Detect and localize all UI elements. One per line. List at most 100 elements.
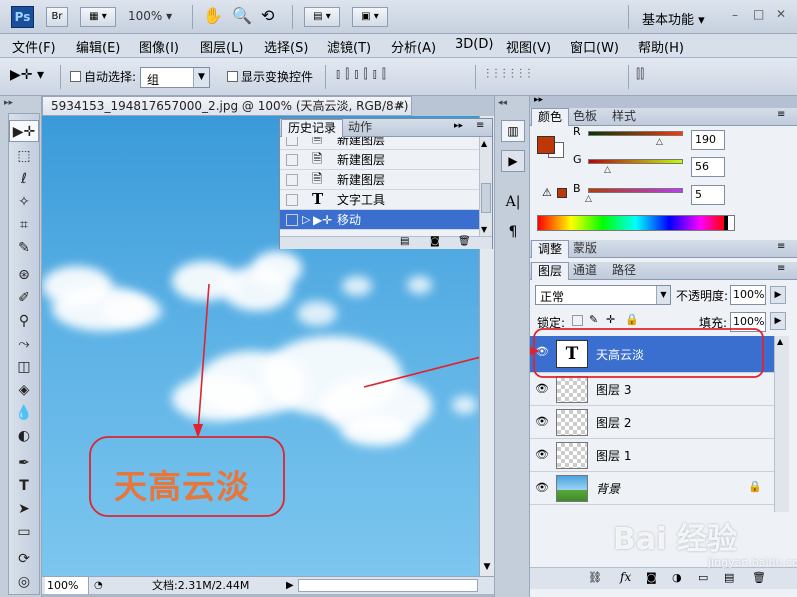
fill-input[interactable]: 100% <box>730 312 766 332</box>
menu-3d[interactable]: 3D(D) <box>455 37 493 52</box>
trash-icon[interactable]: 🗑 <box>458 236 471 247</box>
lock-image-icon[interactable]: ✎ <box>589 313 598 326</box>
view-extras-button[interactable]: ▦ ▾ <box>80 7 116 27</box>
crop-tool-icon[interactable]: ⌗ <box>9 214 39 236</box>
layer-row[interactable]: 👁 图层 3 <box>530 373 774 406</box>
new-document-from-state-icon[interactable]: ▤ <box>400 236 409 247</box>
opacity-input[interactable]: 100% <box>730 285 766 305</box>
horizontal-scrollbar[interactable] <box>298 579 478 592</box>
trash-icon[interactable]: 🗑 <box>752 571 766 584</box>
scroll-up-icon[interactable]: ▲ <box>481 139 487 148</box>
menu-edit[interactable]: 编辑(E) <box>76 37 120 56</box>
layer-row-selected[interactable]: 👁 T 天高云淡 <box>530 336 774 373</box>
layer-name[interactable]: 图层 2 <box>596 414 631 431</box>
lock-transparency-icon[interactable] <box>572 315 583 326</box>
menu-layer[interactable]: 图层(L) <box>200 37 243 56</box>
red-value-input[interactable]: 190 <box>691 130 725 150</box>
snapshot-checkbox[interactable] <box>286 154 298 166</box>
blend-mode-dropdown[interactable]: 正常 ▼ <box>535 285 671 305</box>
shape-tool-icon[interactable]: ▭ <box>9 521 39 543</box>
visibility-eye-icon[interactable]: 👁 <box>533 479 551 497</box>
new-snapshot-icon[interactable]: ◙ <box>430 236 440 247</box>
opacity-slider-arrow-icon[interactable]: ▶ <box>770 286 786 304</box>
scroll-thumb[interactable] <box>481 183 491 213</box>
tab-history[interactable]: 历史记录 <box>281 119 344 137</box>
3d-orbit-tool-icon[interactable]: ◎ <box>9 571 39 593</box>
lock-all-icon[interactable]: 🔒 <box>625 313 639 326</box>
paragraph-panel-icon[interactable]: ¶ <box>501 222 525 244</box>
scroll-down-icon[interactable]: ▼ <box>481 225 487 234</box>
layer-row[interactable]: 👁 图层 1 <box>530 439 774 472</box>
hand-tool-icon[interactable]: ✋ <box>203 6 223 25</box>
new-layer-icon[interactable]: ▤ <box>724 571 734 584</box>
lock-position-icon[interactable]: ✛ <box>606 313 615 326</box>
character-panel-icon[interactable]: A| <box>501 194 525 216</box>
tab-layers[interactable]: 图层 <box>531 262 570 280</box>
layer-name[interactable]: 天高云淡 <box>596 346 644 363</box>
visibility-eye-icon[interactable]: 👁 <box>533 380 551 398</box>
healing-brush-tool-icon[interactable]: ⊛ <box>9 264 39 286</box>
path-selection-tool-icon[interactable]: ➤ <box>9 498 39 520</box>
menu-select[interactable]: 选择(S) <box>264 37 308 56</box>
menu-help[interactable]: 帮助(H) <box>638 37 684 56</box>
align-buttons[interactable]: ⫾⫿⫾⫿⫾⫿ <box>336 67 391 82</box>
tab-color[interactable]: 颜色 <box>531 108 570 126</box>
menu-analysis[interactable]: 分析(A) <box>391 37 436 56</box>
history-scrollbar[interactable]: ▲ ▼ <box>479 137 492 237</box>
collapse-panel-icon[interactable]: ▸▸ <box>454 121 463 131</box>
expand-panels-icon[interactable]: ◂◂ <box>498 98 507 108</box>
layer-style-icon[interactable]: fx <box>620 570 631 584</box>
red-slider-handle-icon[interactable]: △ <box>656 137 663 147</box>
zoom-level-dropdown[interactable]: 100% ▾ <box>128 9 172 23</box>
status-menu-arrow-icon[interactable]: ▶ <box>286 577 294 594</box>
gamut-color-swatch[interactable] <box>557 188 567 198</box>
layer-row[interactable]: 👁 图层 2 <box>530 406 774 439</box>
magic-wand-tool-icon[interactable]: ✧ <box>9 191 39 213</box>
layer-name[interactable]: 图层 1 <box>596 447 631 464</box>
lasso-tool-icon[interactable]: ℓ <box>9 168 39 190</box>
green-slider-handle-icon[interactable]: △ <box>604 165 611 175</box>
3d-rotate-tool-icon[interactable]: ⟳ <box>9 548 39 570</box>
blue-slider-handle-icon[interactable]: △ <box>585 194 592 204</box>
list-item[interactable]: 🗎 新建图层 <box>280 150 480 170</box>
tab-styles[interactable]: 样式 <box>606 108 642 126</box>
snapshot-checkbox[interactable] <box>286 194 298 206</box>
menu-image[interactable]: 图像(I) <box>139 37 179 56</box>
list-item-selected[interactable]: ▷ ▶✛ 移动 <box>280 210 480 230</box>
layers-scrollbar[interactable]: ▲ <box>774 336 789 512</box>
tab-swatches[interactable]: 色板 <box>567 108 603 126</box>
green-value-input[interactable]: 56 <box>691 157 725 177</box>
layer-row[interactable]: 👁 背景 🔒 <box>530 472 774 505</box>
snapshot-checkbox[interactable] <box>286 137 298 146</box>
history-panel-icon[interactable]: ▥ <box>501 120 525 142</box>
close-document-icon[interactable]: ✕ <box>396 97 405 115</box>
visibility-eye-icon[interactable]: 👁 <box>533 413 551 431</box>
type-tool-icon[interactable]: T <box>9 475 39 497</box>
move-tool-preset-icon[interactable]: ▶✛ ▾ <box>10 67 44 83</box>
tab-paths[interactable]: 路径 <box>606 262 642 280</box>
collapse-tools-icon[interactable]: ▸▸ <box>4 98 13 108</box>
snapshot-checkbox[interactable] <box>286 214 298 226</box>
menu-filter[interactable]: 滤镜(T) <box>327 37 371 56</box>
add-mask-icon[interactable]: ◙ <box>646 571 657 584</box>
panel-menu-icon[interactable]: ≡ <box>777 109 785 120</box>
tab-masks[interactable]: 蒙版 <box>567 240 603 258</box>
brush-tool-icon[interactable]: ✐ <box>9 287 39 309</box>
document-tab[interactable]: 5934153_194817657000_2.jpg @ 100% (天高云淡,… <box>42 96 412 131</box>
green-slider[interactable] <box>588 159 683 164</box>
blue-value-input[interactable]: 5 <box>691 185 725 205</box>
foreground-color-swatch[interactable] <box>537 136 555 154</box>
layer-name[interactable]: 背景 <box>596 480 620 497</box>
status-info-icon[interactable]: ◔ <box>94 577 103 594</box>
link-layers-icon[interactable]: ⛓ <box>588 571 602 584</box>
screen-mode-button[interactable]: ▣ ▾ <box>352 7 388 27</box>
distribute-buttons[interactable]: ⫶⫶⫶⫶⫶⫶ <box>486 67 536 82</box>
show-transform-checkbox[interactable] <box>227 71 238 82</box>
minimize-button[interactable]: – <box>732 8 738 22</box>
auto-select-dropdown[interactable]: 组 ▼ <box>140 67 210 88</box>
blur-tool-icon[interactable]: 💧 <box>9 402 39 424</box>
list-item[interactable]: T 文字工具 <box>280 190 480 210</box>
gamut-warning-icon[interactable]: ⚠ <box>542 186 552 199</box>
fill-slider-arrow-icon[interactable]: ▶ <box>770 312 786 330</box>
bridge-button[interactable]: Br <box>46 7 68 27</box>
